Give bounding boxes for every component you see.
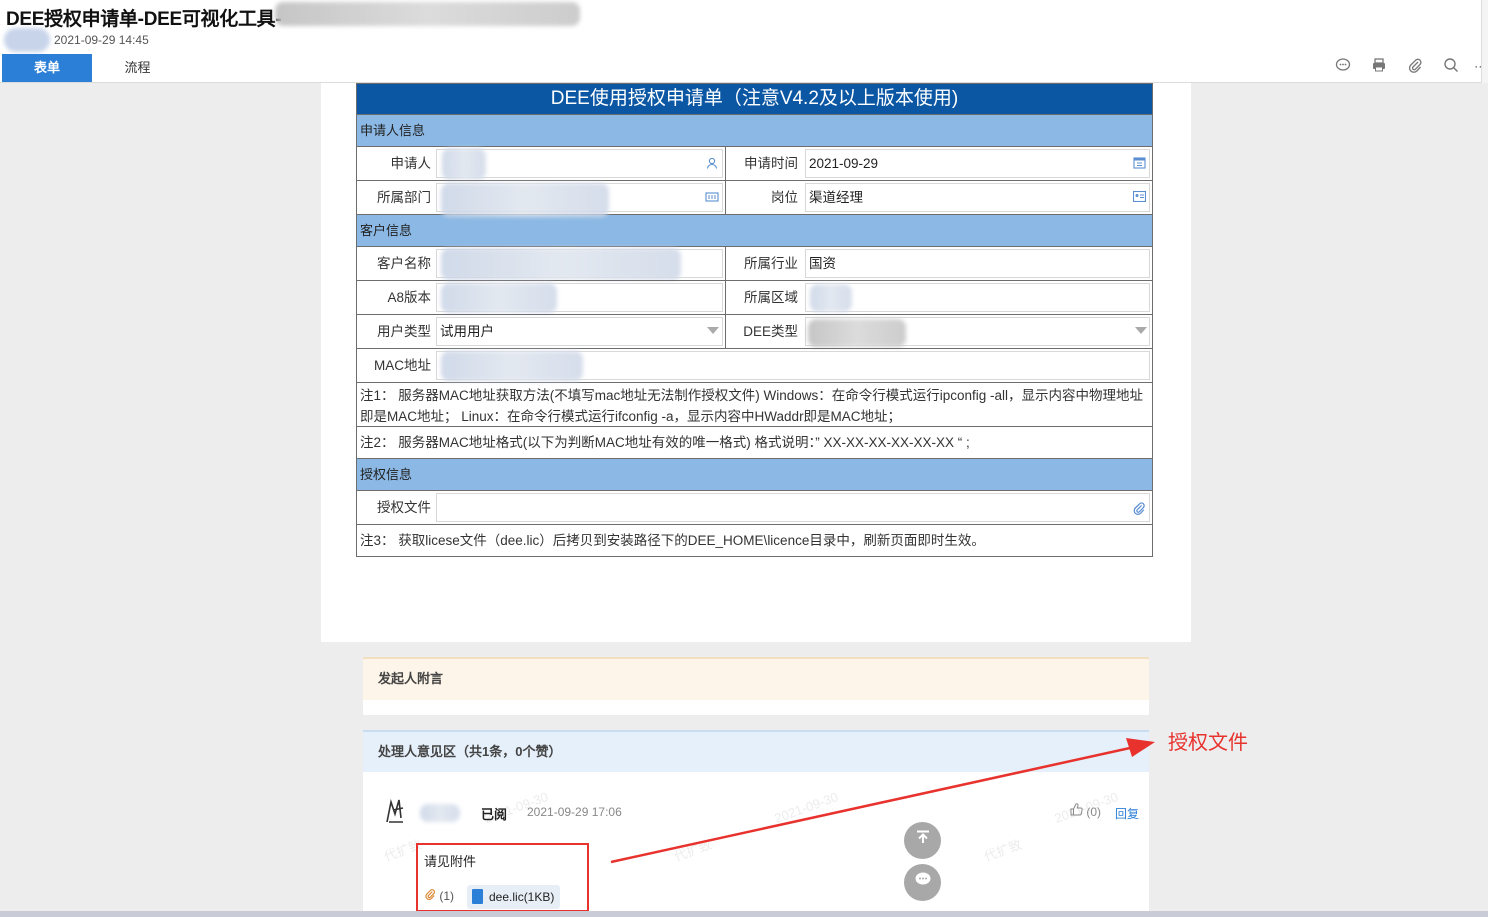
bottom-bar bbox=[0, 911, 1488, 917]
annotation-arrow bbox=[610, 738, 1155, 864]
annotation-label: 授权文件 bbox=[1168, 732, 1248, 754]
